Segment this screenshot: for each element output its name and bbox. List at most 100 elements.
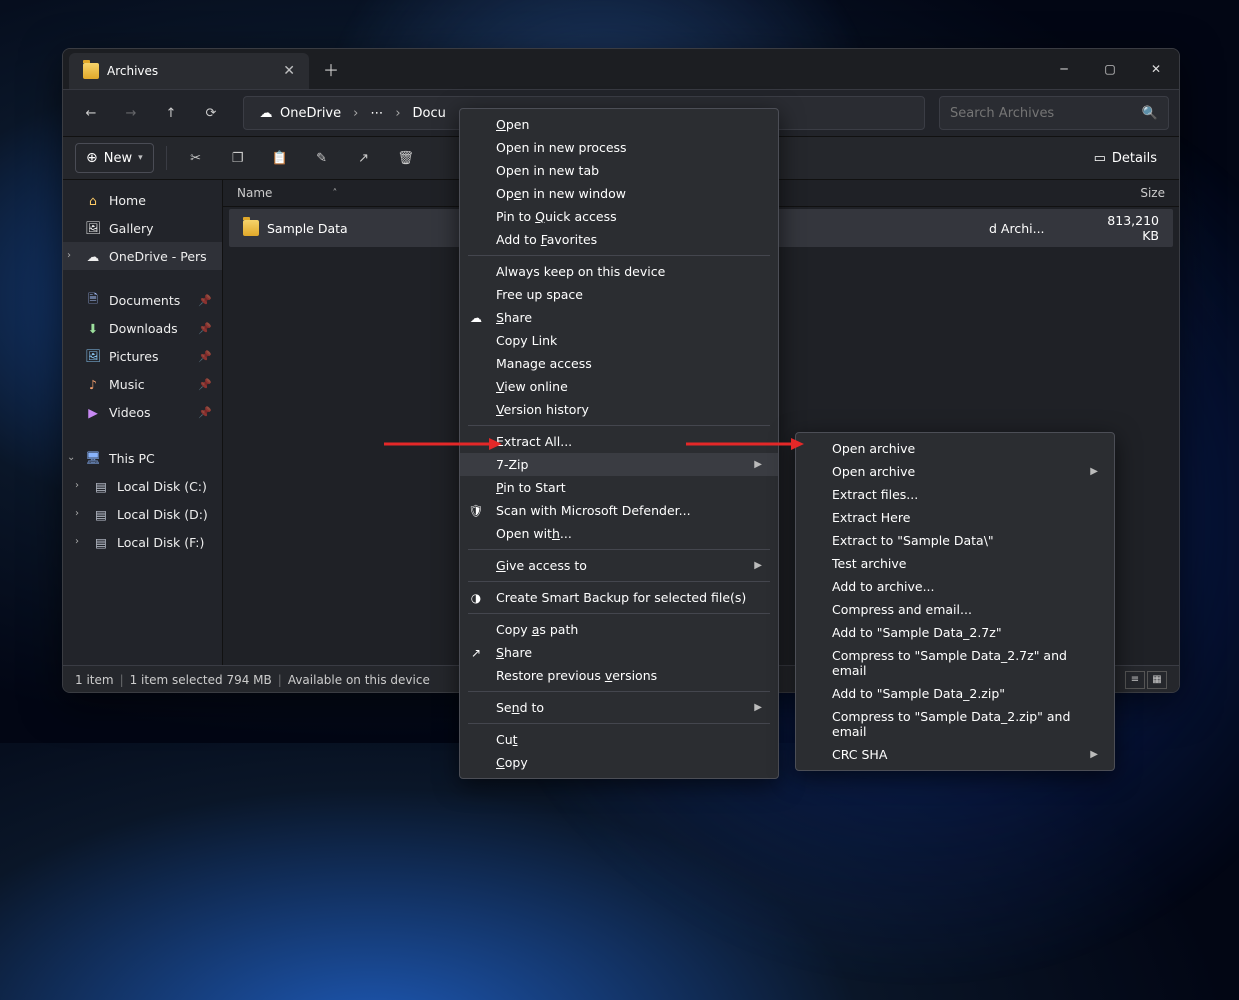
search-box[interactable]: 🔍: [939, 96, 1169, 130]
tab-archives[interactable]: Archives ✕: [69, 53, 309, 89]
submenu-arrow-icon: ▶: [730, 702, 762, 713]
ctx-copy[interactable]: Copy: [460, 751, 778, 774]
chevron-right-icon[interactable]: ›: [75, 480, 79, 491]
ctx-send-to[interactable]: Send to▶: [460, 696, 778, 719]
chevron-right-icon: ›: [393, 106, 402, 121]
submenu-arrow-icon: ▶: [730, 560, 762, 571]
search-icon[interactable]: 🔍: [1142, 106, 1158, 121]
sidebar-item-home[interactable]: ⌂Home: [63, 186, 222, 214]
up-button[interactable]: ↑: [153, 96, 189, 130]
ctx-compress-email[interactable]: Compress and email...: [796, 598, 1114, 621]
sidebar-item-pictures[interactable]: 🖼Pictures📌: [63, 342, 222, 370]
ctx-add-to-archive[interactable]: Add to archive...: [796, 575, 1114, 598]
ctx-copy-link[interactable]: Copy Link: [460, 329, 778, 352]
ctx-open-tab[interactable]: Open in new tab: [460, 159, 778, 182]
folder-icon: [83, 63, 99, 79]
ctx-extract-here[interactable]: Extract Here: [796, 506, 1114, 529]
ctx-give-access[interactable]: Give access to▶: [460, 554, 778, 577]
status-selected: 1 item selected 794 MB: [130, 673, 272, 687]
sidebar-item-drive-f[interactable]: ›▤Local Disk (F:): [71, 528, 222, 556]
new-button[interactable]: ⊕ New ▾: [75, 143, 154, 173]
close-window-button[interactable]: ✕: [1133, 49, 1179, 89]
sidebar-item-thispc[interactable]: ⌄🖥This PC: [63, 444, 222, 472]
ctx-manage-access[interactable]: Manage access: [460, 352, 778, 375]
ctx-view-online[interactable]: View online: [460, 375, 778, 398]
sidebar-item-music[interactable]: ♪Music📌: [63, 370, 222, 398]
ctx-pin-quick[interactable]: Pin to Quick access: [460, 205, 778, 228]
ctx-pin-start[interactable]: Pin to Start: [460, 476, 778, 499]
chevron-right-icon[interactable]: ›: [67, 250, 71, 261]
rename-icon[interactable]: ✎: [305, 143, 339, 173]
view-icons-button[interactable]: ▦: [1147, 671, 1167, 689]
ctx-defender[interactable]: 🛡Scan with Microsoft Defender...: [460, 499, 778, 522]
drive-icon: ▤: [93, 506, 109, 522]
ctx-smart-backup[interactable]: ◑Create Smart Backup for selected file(s…: [460, 586, 778, 609]
ctx-open-process[interactable]: Open in new process: [460, 136, 778, 159]
column-size[interactable]: Size: [1095, 186, 1165, 200]
delete-icon[interactable]: 🗑: [389, 143, 423, 173]
ctx-extract-files[interactable]: Extract files...: [796, 483, 1114, 506]
ctx-compress-7z-email[interactable]: Compress to "Sample Data_2.7z" and email: [796, 644, 1114, 682]
ctx-add-favorites[interactable]: Add to Favorites: [460, 228, 778, 251]
sidebar-item-drive-c[interactable]: ›▤Local Disk (C:): [71, 472, 222, 500]
status-availability: Available on this device: [288, 673, 430, 687]
ctx-extract-to[interactable]: Extract to "Sample Data\": [796, 529, 1114, 552]
annotation-arrow-1: [384, 434, 504, 454]
share-icon[interactable]: ↗: [347, 143, 381, 173]
cut-icon[interactable]: ✂: [179, 143, 213, 173]
crumb-ellipsis[interactable]: ⋯: [366, 106, 387, 121]
column-type[interactable]: [995, 186, 1095, 200]
cloud-icon: ☁: [85, 248, 101, 264]
ctx-open-window[interactable]: Open in new window: [460, 182, 778, 205]
zip-folder-icon: [243, 220, 259, 236]
ctx-open-archive-sub[interactable]: Open archive▶: [796, 460, 1114, 483]
ctx-open-archive[interactable]: Open archive: [796, 437, 1114, 460]
ctx-restore-versions[interactable]: Restore previous versions: [460, 664, 778, 687]
crumb-current[interactable]: Docu: [409, 106, 450, 121]
chevron-right-icon[interactable]: ›: [75, 536, 79, 547]
chevron-right-icon[interactable]: ›: [75, 508, 79, 519]
search-input[interactable]: [950, 106, 1136, 121]
details-button[interactable]: ▭ Details: [1084, 145, 1167, 172]
refresh-button[interactable]: ⟳: [193, 96, 229, 130]
view-details-button[interactable]: ≡: [1125, 671, 1145, 689]
sidebar-item-downloads[interactable]: ⬇Downloads📌: [63, 314, 222, 342]
sidebar-item-onedrive[interactable]: ›☁OneDrive - Pers: [63, 242, 222, 270]
gallery-icon: 🖼: [85, 220, 101, 236]
ctx-version-history[interactable]: Version history: [460, 398, 778, 421]
pc-icon: 🖥: [85, 450, 101, 466]
ctx-crc-sha[interactable]: CRC SHA▶: [796, 743, 1114, 766]
back-button[interactable]: ←: [73, 96, 109, 130]
annotation-arrow-2: [686, 434, 806, 454]
new-tab-button[interactable]: ＋: [309, 49, 353, 89]
sidebar-item-videos[interactable]: ▶Videos📌: [63, 398, 222, 426]
ctx-share[interactable]: ↗Share: [460, 641, 778, 664]
paste-icon[interactable]: 📋: [263, 143, 297, 173]
ctx-copy-as-path[interactable]: Copy as path: [460, 618, 778, 641]
ctx-onedrive-share[interactable]: ☁Share: [460, 306, 778, 329]
drive-icon: ▤: [93, 534, 109, 550]
ctx-open-with[interactable]: Open with...: [460, 522, 778, 545]
pin-icon: 📌: [198, 378, 212, 391]
sidebar-item-documents[interactable]: 🗎Documents📌: [63, 286, 222, 314]
ctx-cut[interactable]: Cut: [460, 728, 778, 751]
sidebar-item-drive-d[interactable]: ›▤Local Disk (D:): [71, 500, 222, 528]
ctx-always-keep[interactable]: Always keep on this device: [460, 260, 778, 283]
documents-icon: 🗎: [85, 292, 101, 308]
ctx-open[interactable]: Open: [460, 113, 778, 136]
copy-icon[interactable]: ❐: [221, 143, 255, 173]
ctx-compress-zip-email[interactable]: Compress to "Sample Data_2.zip" and emai…: [796, 705, 1114, 743]
crumb-onedrive[interactable]: ☁ OneDrive: [254, 105, 345, 121]
maximize-button[interactable]: ▢: [1087, 49, 1133, 89]
forward-button[interactable]: →: [113, 96, 149, 130]
ctx-free-space[interactable]: Free up space: [460, 283, 778, 306]
minimize-button[interactable]: ─: [1041, 49, 1087, 89]
ctx-7zip[interactable]: 7-Zip▶: [460, 453, 778, 476]
ctx-add-zip[interactable]: Add to "Sample Data_2.zip": [796, 682, 1114, 705]
chevron-down-icon[interactable]: ⌄: [67, 452, 75, 463]
sidebar-item-gallery[interactable]: 🖼Gallery: [63, 214, 222, 242]
ctx-test-archive[interactable]: Test archive: [796, 552, 1114, 575]
ctx-add-7z[interactable]: Add to "Sample Data_2.7z": [796, 621, 1114, 644]
close-tab-icon[interactable]: ✕: [283, 63, 295, 79]
column-name[interactable]: Name˄: [237, 186, 477, 200]
